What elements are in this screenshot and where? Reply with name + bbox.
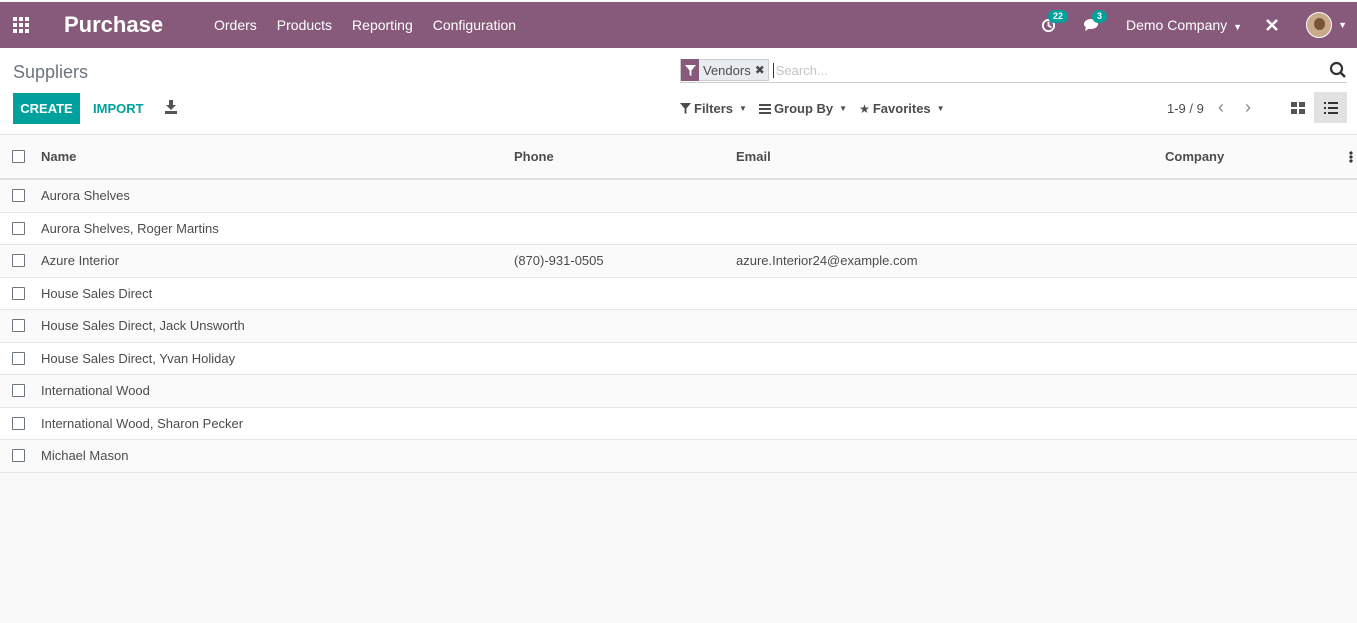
- activity-badge: 22: [1048, 10, 1069, 23]
- filter-icon: [680, 103, 691, 114]
- table-row[interactable]: Michael Mason: [0, 440, 1357, 473]
- table-row[interactable]: International Wood, Sharon Pecker: [0, 408, 1357, 440]
- searchbar: Vendors ✖: [680, 58, 1347, 83]
- messages-button[interactable]: 3: [1082, 10, 1108, 35]
- menu-reporting[interactable]: Reporting: [342, 17, 423, 33]
- cell-email: azure.Interior24@example.com: [736, 253, 918, 269]
- row-checkbox[interactable]: [12, 416, 25, 430]
- row-checkbox-cell: [12, 343, 25, 375]
- list-view-button[interactable]: [1314, 92, 1347, 123]
- row-checkbox[interactable]: [12, 254, 25, 268]
- list-view-icon: [1323, 101, 1338, 114]
- column-header-email[interactable]: Email: [736, 135, 771, 178]
- table-row[interactable]: House Sales Direct: [0, 278, 1357, 310]
- filters-dropdown[interactable]: Filters ▼: [680, 101, 747, 116]
- group-by-dropdown[interactable]: Group By ▼: [758, 101, 848, 116]
- select-all-checkbox[interactable]: [12, 150, 25, 163]
- cell-name: House Sales Direct, Yvan Holiday: [41, 350, 236, 366]
- group-by-label: Group By: [773, 101, 834, 116]
- caret-down-icon: ▼: [936, 104, 945, 113]
- favorites-label: Favorites: [872, 101, 931, 116]
- caret-down-icon: ▼: [1233, 22, 1243, 32]
- table-row[interactable]: Aurora Shelves, Roger Martins: [0, 213, 1357, 245]
- menu-orders[interactable]: Orders: [204, 17, 267, 33]
- systray: 22 3 Demo Company ▼ ▼: [1038, 2, 1357, 48]
- search-input[interactable]: [772, 62, 1347, 78]
- import-button[interactable]: IMPORT: [93, 101, 144, 116]
- debug-icon: [1266, 19, 1278, 31]
- row-checkbox[interactable]: [12, 221, 25, 235]
- table-row[interactable]: House Sales Direct, Jack Unsworth: [0, 310, 1357, 343]
- cell-name: Azure Interior: [41, 253, 120, 269]
- optional-columns-icon[interactable]: [1349, 135, 1353, 178]
- download-icon[interactable]: [164, 100, 178, 114]
- company-switcher[interactable]: Demo Company ▼: [1126, 17, 1242, 33]
- filters-label: Filters: [694, 101, 734, 116]
- table-row[interactable]: House Sales Direct, Yvan Holiday: [0, 343, 1357, 375]
- user-caret-icon[interactable]: ▼: [1338, 20, 1347, 30]
- messages-badge: 3: [1092, 10, 1108, 23]
- row-checkbox-cell: [12, 408, 25, 440]
- table-row[interactable]: Aurora Shelves: [0, 180, 1357, 213]
- breadcrumb: Suppliers: [13, 62, 89, 82]
- top-navbar: Purchase Orders Products Reporting Confi…: [0, 2, 1357, 48]
- row-checkbox[interactable]: [12, 319, 25, 333]
- row-checkbox-cell: [12, 213, 25, 245]
- row-checkbox[interactable]: [12, 449, 25, 463]
- select-all-cell: [12, 135, 25, 178]
- activity-button[interactable]: 22: [1038, 10, 1069, 35]
- row-checkbox[interactable]: [12, 351, 25, 365]
- list-icon: [758, 103, 771, 114]
- chevron-left-icon[interactable]: ‹: [1218, 98, 1224, 116]
- row-checkbox-cell: [12, 310, 25, 342]
- company-name: Demo Company: [1126, 17, 1228, 33]
- column-header-company[interactable]: Company: [1165, 135, 1224, 178]
- app-brand: Purchase: [64, 12, 164, 37]
- chevron-right-icon[interactable]: ›: [1245, 98, 1251, 116]
- filter-icon: [681, 59, 699, 81]
- favorites-dropdown[interactable]: ★ Favorites ▼: [859, 101, 945, 116]
- cell-name: House Sales Direct: [41, 285, 153, 301]
- column-header-phone[interactable]: Phone: [514, 135, 554, 178]
- facet-label: Vendors: [703, 62, 751, 78]
- cell-name: Aurora Shelves, Roger Martins: [41, 220, 219, 236]
- cell-name: Michael Mason: [41, 448, 129, 464]
- cell-phone: (870)-931-0505: [514, 253, 604, 269]
- avatar[interactable]: [1306, 12, 1333, 38]
- row-checkbox-cell: [12, 375, 25, 407]
- row-checkbox[interactable]: [12, 384, 25, 398]
- row-checkbox-cell: [12, 180, 25, 212]
- row-checkbox[interactable]: [12, 189, 25, 203]
- star-icon: ★: [859, 101, 870, 116]
- main-menu: Orders Products Reporting Configuration: [204, 17, 526, 33]
- row-checkbox-cell: [12, 278, 25, 310]
- cell-name: International Wood: [41, 383, 150, 399]
- debug-button[interactable]: [1262, 15, 1282, 35]
- filter-bar: Filters ▼ Group By ▼ ★ Favorites ▼: [680, 101, 957, 116]
- apps-icon[interactable]: [13, 17, 31, 33]
- cell-name: House Sales Direct, Jack Unsworth: [41, 318, 245, 334]
- row-checkbox[interactable]: [12, 286, 25, 300]
- menu-configuration[interactable]: Configuration: [423, 17, 526, 33]
- cell-name: Aurora Shelves: [41, 188, 130, 204]
- create-button[interactable]: CREATE: [13, 93, 80, 124]
- menu-products[interactable]: Products: [267, 17, 342, 33]
- cell-name: International Wood, Sharon Pecker: [41, 415, 244, 431]
- kanban-icon[interactable]: [1290, 100, 1306, 116]
- pager-value[interactable]: 1-9 / 9: [1167, 101, 1204, 116]
- caret-down-icon: ▼: [839, 104, 848, 113]
- suppliers-list: Name Phone Email Company Aurora Shelves A…: [0, 135, 1357, 473]
- remove-icon[interactable]: ✖: [755, 63, 768, 77]
- table-row[interactable]: International Wood: [0, 375, 1357, 408]
- control-panel: Suppliers Vendors ✖ CREATE IMPORT Filter…: [0, 48, 1357, 135]
- row-checkbox-cell: [12, 245, 25, 277]
- table-row[interactable]: Azure Interior (870)-931-0505 azure.Interi…: [0, 245, 1357, 278]
- search-facet[interactable]: Vendors ✖: [680, 59, 769, 81]
- search-icon[interactable]: [1329, 61, 1347, 79]
- row-checkbox-cell: [12, 440, 25, 472]
- table-header: Name Phone Email Company: [0, 135, 1357, 180]
- caret-down-icon: ▼: [739, 104, 747, 113]
- column-header-name[interactable]: Name: [41, 135, 76, 178]
